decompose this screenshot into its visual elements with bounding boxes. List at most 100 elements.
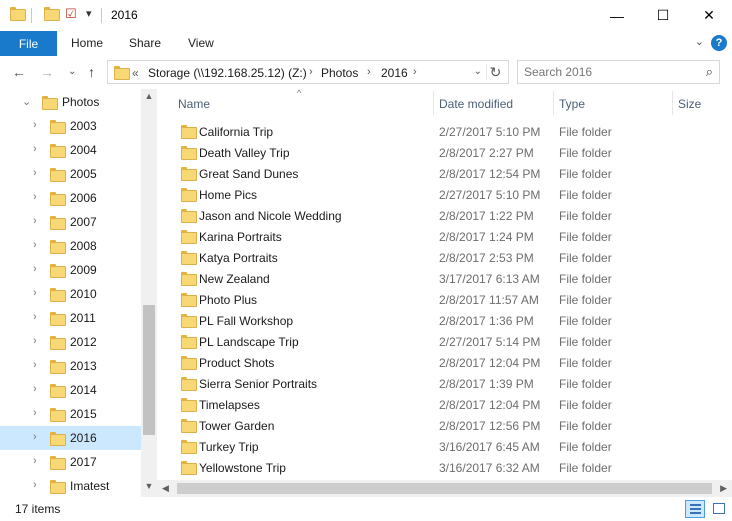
file-row[interactable]: Yellowstone Trip 3/16/2017 6:32 AM File fo…: [175, 457, 715, 478]
chevron-right-icon[interactable]: ›: [33, 455, 37, 467]
help-icon[interactable]: ?: [711, 35, 727, 51]
minimize-button[interactable]: —: [594, 0, 640, 31]
file-row[interactable]: Photo Plus 2/8/2017 11:57 AM File folder: [175, 289, 715, 310]
file-row[interactable]: Product Shots 2/8/2017 12:04 PM File folde…: [175, 352, 715, 373]
tree-item[interactable]: › 2017: [0, 450, 141, 474]
tree-item[interactable]: › 2013: [0, 354, 141, 378]
search-box[interactable]: ⌕: [517, 60, 720, 84]
address-bar[interactable]: « Storage (\\192.168.25.12) (Z:) › Photo…: [107, 60, 509, 84]
tree-item[interactable]: › 2006: [0, 186, 141, 210]
file-row[interactable]: Karina Portraits 2/8/2017 1:24 PM File fol…: [175, 226, 715, 247]
scrollbar-thumb[interactable]: [177, 483, 712, 494]
file-row[interactable]: Katya Portraits 2/8/2017 2:53 PM File fold…: [175, 247, 715, 268]
file-row[interactable]: PL Landscape Trip 2/27/2017 5:14 PM File f…: [175, 331, 715, 352]
tree-item[interactable]: › 2012: [0, 330, 141, 354]
tree-item[interactable]: › 2005: [0, 162, 141, 186]
tree-item[interactable]: › 2008: [0, 234, 141, 258]
tree-item[interactable]: › 2014: [0, 378, 141, 402]
maximize-button[interactable]: ☐: [640, 0, 686, 31]
file-row[interactable]: Death Valley Trip 2/8/2017 2:27 PM File fo…: [175, 142, 715, 163]
back-button[interactable]: ←: [12, 64, 26, 80]
chevron-right-icon[interactable]: ›: [33, 287, 37, 299]
scroll-up-icon[interactable]: ▲: [141, 91, 157, 101]
file-row[interactable]: Timelapses 2/8/2017 12:04 PM File folder: [175, 394, 715, 415]
chevron-right-icon[interactable]: ›: [33, 359, 37, 371]
quick-access-dropdown-icon[interactable]: ▾: [86, 7, 92, 20]
chevron-right-icon[interactable]: ›: [33, 191, 37, 203]
chevron-right-icon[interactable]: ›: [33, 239, 37, 251]
horizontal-scrollbar[interactable]: ◀ ▶: [157, 480, 732, 497]
column-header-size[interactable]: Size: [678, 97, 701, 111]
expand-ribbon-icon[interactable]: ⌄: [695, 35, 704, 48]
search-icon[interactable]: ⌕: [706, 64, 713, 80]
file-row[interactable]: New Zealand 3/17/2017 6:13 AM File folder: [175, 268, 715, 289]
tab-view[interactable]: View: [188, 36, 214, 50]
up-button[interactable]: ↑: [88, 64, 95, 80]
properties-icon[interactable]: ☑: [65, 6, 77, 22]
tree-item[interactable]: › 2010: [0, 282, 141, 306]
large-icons-view-button[interactable]: [709, 500, 729, 518]
nav-pane-scrollbar[interactable]: ▲ ▼: [141, 89, 157, 497]
file-row[interactable]: Jason and Nicole Wedding 2/8/2017 1:22 PM…: [175, 205, 715, 226]
scroll-left-icon[interactable]: ◀: [162, 483, 169, 494]
breadcrumb-storage[interactable]: Storage (\\192.168.25.12) (Z:): [148, 66, 307, 80]
chevron-down-icon[interactable]: ⌄: [22, 95, 31, 108]
forward-button[interactable]: →: [40, 64, 54, 80]
breadcrumb-separator[interactable]: ›: [309, 66, 313, 78]
column-header-type[interactable]: Type: [559, 97, 585, 111]
column-header-date-modified[interactable]: Date modified: [439, 97, 513, 111]
chevron-right-icon[interactable]: ›: [33, 119, 37, 131]
tab-share[interactable]: Share: [129, 36, 161, 50]
tab-home[interactable]: Home: [71, 36, 103, 50]
tree-item[interactable]: › 2007: [0, 210, 141, 234]
search-input[interactable]: [524, 65, 694, 79]
tree-item[interactable]: › 2004: [0, 138, 141, 162]
chevron-right-icon[interactable]: ›: [33, 383, 37, 395]
chevron-right-icon[interactable]: ›: [33, 263, 37, 275]
recent-locations-button[interactable]: ⌄: [68, 66, 76, 77]
scrollbar-thumb[interactable]: [143, 305, 155, 435]
column-divider[interactable]: [672, 91, 673, 115]
chevron-right-icon[interactable]: ›: [33, 143, 37, 155]
file-type: File folder: [559, 146, 612, 160]
details-view-button[interactable]: [685, 500, 705, 518]
chevron-right-icon[interactable]: ›: [33, 431, 37, 443]
tree-item[interactable]: › 2011: [0, 306, 141, 330]
file-row[interactable]: PL Fall Workshop 2/8/2017 1:36 PM File fol…: [175, 310, 715, 331]
column-divider[interactable]: [433, 91, 434, 115]
tree-item[interactable]: › 2003: [0, 114, 141, 138]
file-row[interactable]: Tower Garden 2/8/2017 12:56 PM File folder: [175, 415, 715, 436]
tree-item[interactable]: › 2009: [0, 258, 141, 282]
tree-item[interactable]: › 2015: [0, 402, 141, 426]
chevron-right-icon[interactable]: ›: [33, 311, 37, 323]
folder-icon: [50, 264, 66, 278]
breadcrumb-photos[interactable]: Photos: [321, 66, 358, 80]
tree-item-photos[interactable]: ⌄ Photos: [0, 90, 141, 114]
address-dropdown-icon[interactable]: ⌄: [474, 66, 482, 77]
scroll-right-icon[interactable]: ▶: [720, 483, 727, 494]
file-date-modified: 2/8/2017 11:57 AM: [439, 293, 539, 307]
scroll-down-icon[interactable]: ▼: [141, 481, 157, 491]
tree-item[interactable]: › 2016: [0, 426, 141, 450]
tab-file[interactable]: File: [0, 31, 57, 56]
refresh-icon[interactable]: ↻: [486, 64, 504, 80]
close-button[interactable]: ✕: [686, 0, 732, 31]
file-row[interactable]: Sierra Senior Portraits 2/8/2017 1:39 PM F…: [175, 373, 715, 394]
file-row[interactable]: California Trip 2/27/2017 5:10 PM File fol…: [175, 121, 715, 142]
breadcrumb-separator[interactable]: ›: [413, 66, 417, 78]
file-row[interactable]: Turkey Trip 3/16/2017 6:45 AM File folder: [175, 436, 715, 457]
breadcrumb-separator[interactable]: ›: [367, 66, 371, 78]
new-folder-icon[interactable]: [44, 7, 60, 21]
column-divider[interactable]: [553, 91, 554, 115]
chevron-right-icon[interactable]: ›: [33, 215, 37, 227]
chevron-right-icon[interactable]: ›: [33, 407, 37, 419]
file-row[interactable]: Home Pics 2/27/2017 5:10 PM File folder: [175, 184, 715, 205]
chevron-right-icon[interactable]: ›: [33, 479, 37, 491]
chevron-right-icon[interactable]: ›: [33, 335, 37, 347]
column-header-name[interactable]: Name: [178, 97, 210, 111]
tree-item[interactable]: › Imatest: [0, 474, 141, 497]
file-row[interactable]: Great Sand Dunes 2/8/2017 12:54 PM File fo…: [175, 163, 715, 184]
breadcrumb-2016[interactable]: 2016: [381, 66, 408, 80]
chevron-right-icon[interactable]: ›: [33, 167, 37, 179]
breadcrumb-overflow[interactable]: «: [132, 66, 139, 80]
